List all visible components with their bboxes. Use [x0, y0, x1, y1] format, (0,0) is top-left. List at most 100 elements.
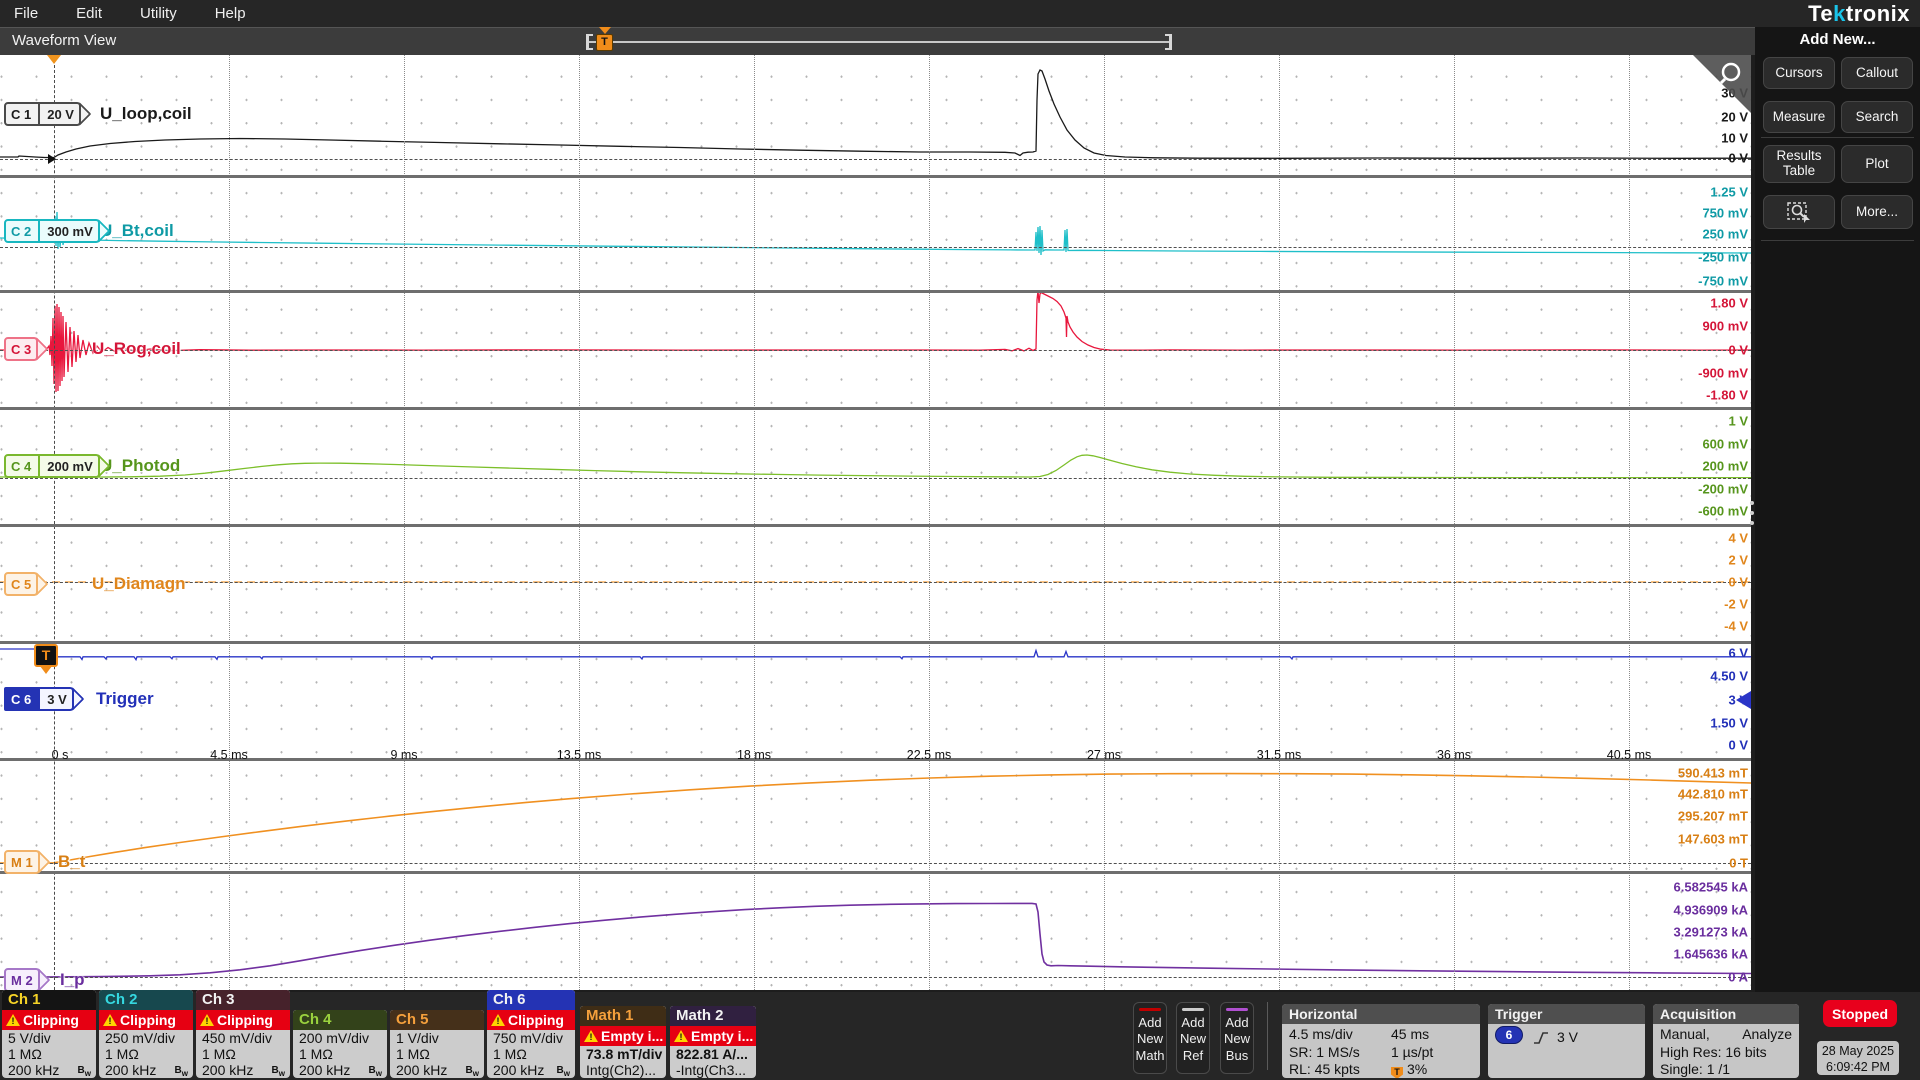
acquisition-single: Single: 1 /1 — [1660, 1061, 1792, 1078]
channel-badge-header: Math 2 — [670, 1006, 756, 1026]
warning-icon: ! — [491, 1014, 505, 1026]
channel-warning: !Clipping — [196, 1010, 290, 1030]
channel-setting-row: 1 MΩ — [390, 1046, 484, 1062]
ch2-trace — [0, 212, 1751, 255]
logo-part: Te — [1808, 1, 1833, 26]
callout-button[interactable]: Callout — [1841, 57, 1913, 89]
minimap-trigger-marker[interactable]: T — [596, 34, 613, 51]
ch2-scale-label: -750 mV — [1628, 274, 1748, 289]
horizontal-value: RL: 45 kpts — [1289, 1061, 1391, 1078]
bandwidth-limit-icon: Bw — [466, 1063, 479, 1078]
waveform-view-title: Waveform View — [12, 32, 116, 49]
ch5-label[interactable]: U_Diamagn — [92, 574, 186, 594]
m1-scale-label: 295.207 mT — [1628, 809, 1748, 824]
menu-utility[interactable]: Utility — [140, 5, 177, 22]
search-button[interactable]: Search — [1841, 101, 1913, 133]
waveform-titlebar: Waveform View T — [0, 27, 1755, 55]
ch3-channel-badge[interactable]: C 3 — [4, 337, 38, 361]
ch5-channel-badge[interactable]: C 5 — [4, 572, 38, 596]
trigger-position-top-marker[interactable] — [47, 55, 61, 64]
m1-channel-badge[interactable]: M 1 — [4, 850, 40, 874]
trigger-source-t-badge[interactable]: T — [34, 644, 58, 667]
add-new-bus-button[interactable]: AddNewBus — [1220, 1002, 1254, 1074]
bandwidth-limit-icon: Bw — [557, 1063, 570, 1078]
m1-label[interactable]: B_t — [58, 852, 85, 872]
ch6-label[interactable]: Trigger — [96, 689, 154, 709]
ch1-label[interactable]: U_loop,coil — [100, 104, 192, 124]
ch5-settings-badge[interactable]: Ch 51 V/div1 MΩ200 kHzBw — [390, 1010, 484, 1078]
results-table-button[interactable]: Results Table — [1763, 145, 1835, 183]
record-position-minimap[interactable]: T — [588, 28, 1170, 56]
acquisition-panel[interactable]: Acquisition Manual, Analyze High Res: 16… — [1653, 1004, 1799, 1078]
ch4-badge-text: 200 mV — [38, 454, 100, 478]
ch3-zero-line — [0, 350, 1751, 351]
panel-splitter-handle[interactable] — [1749, 495, 1755, 531]
ch6-channel-badge[interactable]: C 63 V — [4, 687, 74, 711]
ch1-settings-badge[interactable]: Ch 1!Clipping5 V/div1 MΩ200 kHzBw — [2, 990, 96, 1078]
ch3-label[interactable]: U_Rog,coil — [92, 339, 181, 359]
ch3-scale-label: -900 mV — [1628, 366, 1748, 381]
horizontal-value: T3% — [1391, 1061, 1427, 1078]
menu-file[interactable]: File — [14, 5, 38, 22]
math1-settings-badge[interactable]: Math 1!Empty i...73.8 mT/divIntg(Ch2)... — [580, 1006, 666, 1078]
waveform-graticule[interactable]: 0 s4.5 ms9 ms13.5 ms18 ms22.5 ms27 ms31.… — [0, 55, 1751, 990]
plot-button[interactable]: Plot — [1841, 145, 1913, 183]
run-stop-status-button[interactable]: Stopped — [1823, 1000, 1897, 1027]
minimap-record-line — [588, 41, 1170, 43]
m1-badge-text: M 1 — [4, 850, 40, 874]
minimap-trigger-arrow-icon — [599, 27, 611, 34]
channel-setting-row: 1 MΩ — [487, 1046, 575, 1062]
trigger-level-arrow[interactable] — [1736, 691, 1751, 709]
warning-icon: ! — [103, 1014, 117, 1026]
warning-icon: ! — [674, 1030, 688, 1042]
ch2-settings-badge[interactable]: Ch 2!Clipping250 mV/div1 MΩ200 kHzBw — [99, 990, 193, 1078]
ch6-settings-badge[interactable]: Ch 6!Clipping750 mV/div1 MΩ200 kHzBw — [487, 990, 575, 1078]
ch4-trace — [0, 455, 1751, 478]
ch6-scale-label: 6 V — [1628, 646, 1748, 661]
channel-setting-row: 200 kHzBw — [293, 1062, 387, 1078]
m1-trace — [0, 774, 1751, 863]
ch4-label[interactable]: U_Photod — [100, 456, 180, 476]
m2-channel-badge[interactable]: M 2 — [4, 968, 40, 990]
major-gridline — [1454, 55, 1455, 990]
m1-zero-line — [0, 863, 1751, 864]
ch4-settings-badge[interactable]: Ch 4200 mV/div1 MΩ200 kHzBw — [293, 1010, 387, 1078]
major-gridline — [754, 55, 755, 990]
menu-help[interactable]: Help — [215, 5, 246, 22]
horizontal-value: 45 ms — [1391, 1026, 1429, 1044]
trigger-panel-title: Trigger — [1488, 1004, 1645, 1024]
ch2-channel-badge[interactable]: C 2300 mV — [4, 219, 100, 243]
zoom-select-button[interactable] — [1763, 195, 1835, 229]
trigger-panel[interactable]: Trigger 6 3 V — [1488, 1004, 1645, 1078]
logo-part-accent: k — [1833, 1, 1846, 26]
more--button[interactable]: More... — [1841, 195, 1913, 229]
ch2-label[interactable]: U_Bt,coil — [100, 221, 174, 241]
measure-button[interactable]: Measure — [1763, 101, 1835, 133]
cursors-button[interactable]: Cursors — [1763, 57, 1835, 89]
ch4-channel-badge[interactable]: C 4200 mV — [4, 454, 100, 478]
minimap-right-bracket[interactable] — [1169, 34, 1172, 50]
acquisition-mode: Manual, — [1660, 1026, 1710, 1044]
ch1-channel-badge[interactable]: C 120 V — [4, 102, 81, 126]
ch2-scale-label: 750 mV — [1628, 206, 1748, 221]
time-axis-label: 0 s — [52, 748, 69, 762]
channel-setting-row: 5 V/div — [2, 1030, 96, 1046]
logo-part: tronix — [1846, 1, 1910, 26]
math2-settings-badge[interactable]: Math 2!Empty i...822.81 A/...-Intg(Ch3..… — [670, 1006, 756, 1078]
m2-label[interactable]: I_p — [60, 970, 85, 990]
ch3-settings-badge[interactable]: Ch 3!Clipping450 mV/div1 MΩ200 kHzBw — [196, 990, 290, 1078]
ch1-scale-label: 0 V — [1628, 151, 1748, 166]
major-gridline — [1279, 55, 1280, 990]
menu-edit[interactable]: Edit — [76, 5, 102, 22]
ch3-scale-label: -1.80 V — [1628, 388, 1748, 403]
horizontal-panel[interactable]: Horizontal 4.5 ms/div45 msSR: 1 MS/s1 µs… — [1282, 1004, 1480, 1078]
minimap-left-bracket[interactable] — [586, 34, 589, 50]
add-new-math-button[interactable]: AddNewMath — [1133, 1002, 1167, 1074]
m2-zero-line — [0, 977, 1751, 978]
channel-setting-row: 822.81 A/... — [670, 1046, 756, 1062]
horizontal-value: SR: 1 MS/s — [1289, 1044, 1391, 1062]
acquisition-resolution: High Res: 16 bits — [1660, 1044, 1792, 1062]
add-new-ref-button[interactable]: AddNewRef — [1176, 1002, 1210, 1074]
time-axis-label: 13.5 ms — [557, 748, 601, 762]
m2-scale-label: 1.645636 kA — [1628, 947, 1748, 962]
